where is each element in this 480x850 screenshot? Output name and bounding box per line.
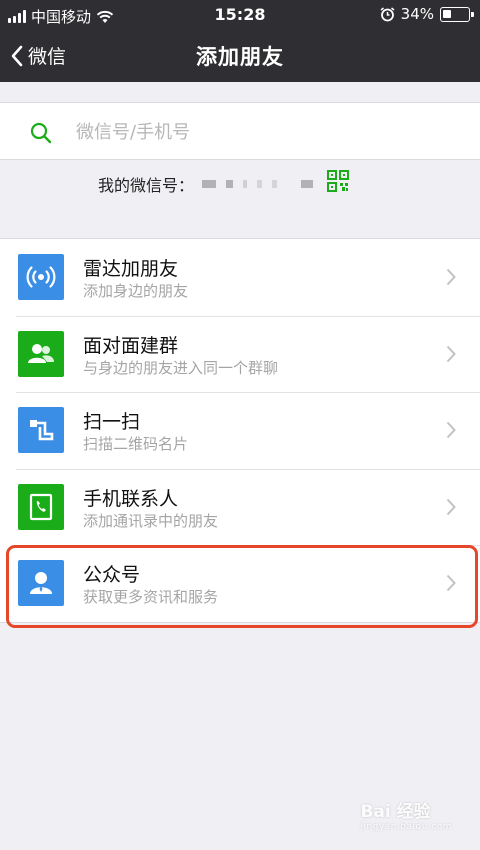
nav-bar: 微信 添加朋友 xyxy=(0,30,480,82)
add-friend-menu: 雷达加朋友 添加身边的朋友 面对面建群 与身边的朋友进入同一个群聊 扫一扫 扫描… xyxy=(0,238,480,623)
battery-icon xyxy=(440,6,474,22)
search-bar[interactable] xyxy=(0,102,480,160)
official-account-icon xyxy=(18,560,64,606)
search-input[interactable] xyxy=(76,117,456,147)
list-item-subtitle: 获取更多资讯和服务 xyxy=(83,588,219,606)
status-bar: 中国移动 15:28 34% xyxy=(0,0,480,30)
list-item-scan[interactable]: 扫一扫 扫描二维码名片 xyxy=(0,392,480,469)
list-item-title: 公众号 xyxy=(83,564,141,586)
group-icon xyxy=(18,330,64,377)
status-right: 34% xyxy=(380,5,474,23)
chevron-right-icon xyxy=(446,421,456,439)
list-item-subtitle: 与身边的朋友进入同一个群聊 xyxy=(83,358,279,377)
list-item-title: 雷达加朋友 xyxy=(83,258,179,280)
chevron-right-icon xyxy=(446,345,456,362)
list-item-phone-contacts[interactable]: 手机联系人 添加通讯录中的朋友 xyxy=(0,468,480,546)
chevron-right-icon xyxy=(446,268,456,286)
my-wechat-id: 我的微信号： xyxy=(98,172,314,196)
search-icon xyxy=(30,122,52,144)
chevron-right-icon xyxy=(446,574,456,592)
list-item-subtitle: 添加通讯录中的朋友 xyxy=(83,511,219,530)
alarm-icon xyxy=(380,6,395,21)
radar-icon xyxy=(18,254,64,300)
chevron-right-icon xyxy=(446,498,456,515)
watermark: Bai 经验 jingyan.baidu.com xyxy=(360,797,452,832)
my-id-label: 我的微信号： xyxy=(98,176,195,195)
qr-code-icon[interactable] xyxy=(327,170,349,192)
list-item-subtitle: 添加身边的朋友 xyxy=(83,282,189,300)
list-item-face-to-face-group[interactable]: 面对面建群 与身边的朋友进入同一个群聊 xyxy=(0,315,480,393)
list-item-title: 扫一扫 xyxy=(83,411,141,433)
watermark-url: jingyan.baidu.com xyxy=(360,822,452,832)
battery-percent: 34% xyxy=(400,5,434,23)
masked-id xyxy=(202,180,314,188)
list-item-subtitle: 扫描二维码名片 xyxy=(83,435,189,453)
watermark-text: Bai 经验 xyxy=(360,802,431,822)
list-item-official-accounts[interactable]: 公众号 获取更多资讯和服务 xyxy=(0,545,480,622)
list-item-radar[interactable]: 雷达加朋友 添加身边的朋友 xyxy=(0,239,480,316)
phone-contact-icon xyxy=(18,483,64,530)
page-title: 添加朋友 xyxy=(196,45,284,69)
list-item-title: 面对面建群 xyxy=(83,334,179,357)
scan-icon xyxy=(18,407,64,453)
list-item-title: 手机联系人 xyxy=(83,487,179,510)
